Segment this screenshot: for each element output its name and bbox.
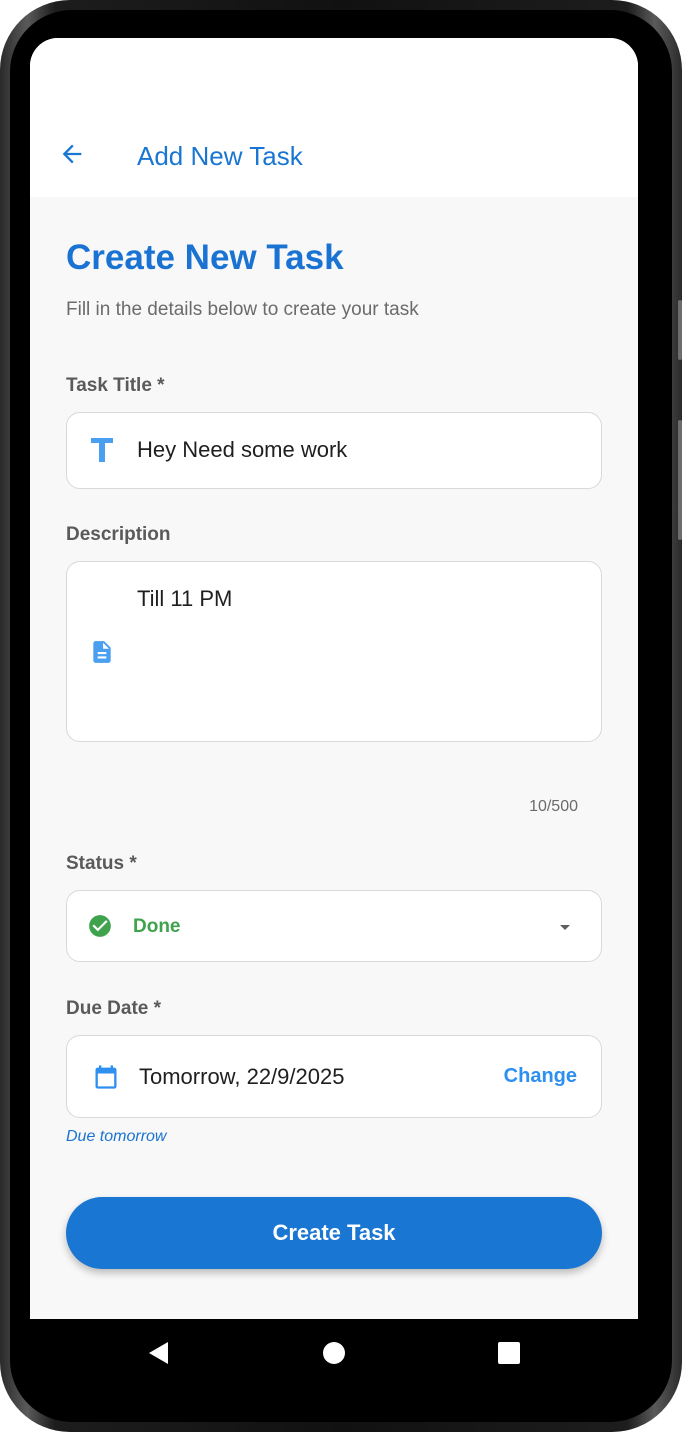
description-value: Till 11 PM: [137, 586, 233, 611]
form-heading: Create New Task: [66, 238, 344, 277]
due-date-label: Due Date *: [66, 998, 162, 1019]
character-counter: 10/500: [529, 798, 578, 815]
arrow-back-icon: [58, 140, 86, 173]
due-date-hint: Due tomorrow: [66, 1128, 167, 1145]
nav-home-button[interactable]: [318, 1339, 350, 1371]
description-label: Description: [66, 524, 171, 545]
volume-button: [678, 300, 682, 360]
dropdown-arrow-icon: [553, 915, 577, 939]
due-date-field[interactable]: Tomorrow, 22/9/2025 Change: [66, 1035, 602, 1118]
power-button: [678, 420, 682, 540]
document-icon: [87, 637, 117, 667]
calendar-icon: [91, 1062, 121, 1092]
back-button[interactable]: [54, 138, 90, 174]
form-subheading: Fill in the details below to create your…: [66, 299, 419, 320]
nav-back-icon: [146, 1340, 170, 1371]
nav-home-icon: [322, 1341, 346, 1370]
nav-recents-icon: [497, 1341, 521, 1370]
status-value: Done: [133, 916, 181, 937]
due-date-value: Tomorrow, 22/9/2025: [139, 1064, 345, 1089]
nav-back-button[interactable]: [142, 1339, 174, 1371]
status-label: Status *: [66, 853, 137, 874]
check-circle-icon: [87, 913, 113, 939]
create-task-button[interactable]: Create Task: [66, 1197, 602, 1269]
app-screen: Add New Task Create New Task Fill in the…: [30, 38, 638, 1319]
description-textarea[interactable]: Till 11 PM: [66, 561, 602, 742]
page-title: Add New Task: [137, 141, 303, 171]
change-date-button[interactable]: Change: [504, 1064, 577, 1088]
task-title-label: Task Title *: [66, 375, 165, 396]
text-title-icon: [87, 435, 117, 465]
task-title-input[interactable]: Hey Need some work: [66, 412, 602, 489]
status-dropdown[interactable]: Done: [66, 890, 602, 962]
nav-recents-button[interactable]: [493, 1339, 525, 1371]
app-bar: Add New Task: [30, 38, 638, 197]
task-title-value: Hey Need some work: [137, 437, 348, 462]
system-nav-bar: [30, 1319, 638, 1391]
